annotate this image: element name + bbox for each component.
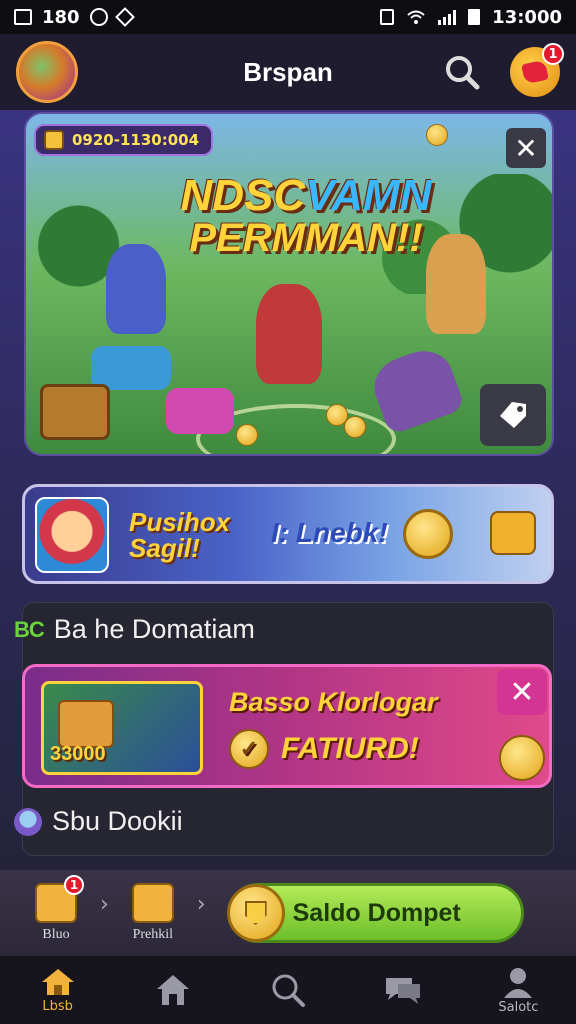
notifications-button[interactable]: 1 [510, 43, 564, 97]
heart-icon [521, 59, 549, 85]
status-left-text: 180 [42, 6, 80, 28]
nav-search[interactable] [230, 956, 345, 1024]
action-badge: 1 [64, 875, 84, 895]
gallery-icon [14, 9, 32, 25]
download-icon [131, 883, 174, 923]
nav-profile[interactable]: Salotc [461, 956, 576, 1024]
profile-icon [504, 967, 533, 998]
event-thumbnail: 33000 [41, 681, 203, 775]
wifi-icon [407, 10, 425, 24]
chest-icon [490, 511, 536, 555]
character-pirate [256, 284, 322, 384]
calendar-icon [44, 130, 64, 150]
search-icon [446, 56, 480, 90]
chevron-right-icon: › [100, 891, 109, 917]
event-date: 0920-1130:004 [72, 131, 200, 149]
status-bar: 180 13:000 [0, 0, 576, 34]
hero-title-part2: VAMN [305, 171, 432, 220]
promo-text-primary: Pusihox Sagil! [129, 507, 231, 563]
event-subtitle: FATIURD! [281, 732, 419, 765]
notification-badge: 1 [542, 43, 564, 65]
event-price: 33000 [50, 743, 106, 765]
chat-icon [386, 978, 421, 1004]
check-icon: ✓ [229, 729, 269, 769]
search-button[interactable] [442, 52, 482, 92]
action-bar: 1 Bluo › Prehkil › Saldo Dompet [0, 870, 576, 956]
event-subtitle-row: ✓ FATIURD! [229, 729, 419, 769]
app-header: Brspan 1 [0, 34, 576, 110]
gift-icon [58, 700, 114, 748]
list-item-label: Ba he Domatiam [53, 614, 255, 644]
coin-icon [403, 509, 453, 559]
hero-title: NDSCVAMN PERMMAN!! [166, 171, 446, 260]
tag-icon [500, 402, 526, 428]
list-item-label: Sbu Dookii [52, 806, 183, 836]
event-close-button[interactable]: ✕ [497, 669, 547, 715]
action-inbox[interactable]: 1 Bluo [20, 875, 92, 943]
wallet-label: Saldo Dompet [292, 898, 461, 927]
close-icon: ✕ [509, 674, 535, 710]
promo-banner[interactable]: Pusihox Sagil! I: Lnebk! [22, 484, 554, 584]
coin-icon [499, 735, 545, 781]
shield-icon [114, 7, 135, 27]
hero-close-button[interactable]: ✕ [506, 128, 546, 168]
car-pink [166, 388, 234, 434]
wallet-coin-icon [226, 884, 285, 942]
nav-label: Salotc [498, 999, 539, 1015]
event-banner[interactable]: 33000 Basso Klorlogar ✓ FATIURD! ✕ [22, 664, 552, 788]
list-item[interactable]: BC Ba he Domatiam [14, 614, 255, 645]
list-item[interactable]: Sbu Dookii [14, 806, 183, 837]
close-icon: ✕ [514, 131, 538, 165]
nav-label: Lbsb [42, 998, 73, 1014]
vibrate-icon [380, 9, 395, 25]
coin [426, 124, 448, 146]
coin [344, 416, 366, 438]
home-icon [41, 968, 74, 995]
chevron-right-icon: › [196, 891, 206, 917]
person-icon [14, 807, 42, 836]
search-icon [272, 974, 305, 1007]
row-icon: BC [14, 616, 45, 642]
hero-title-line2: PERMMAN!! [189, 216, 423, 260]
battery-icon [468, 9, 481, 25]
home-icon [156, 975, 189, 1005]
promo-text-secondary: I: Lnebk! [271, 517, 388, 548]
nav-home-active[interactable]: Lbsb [0, 956, 115, 1024]
action-label: Bluo [42, 927, 70, 942]
bottom-nav: Lbsb Salotc [0, 956, 576, 1024]
nav-home[interactable] [115, 956, 230, 1024]
status-time: 13:000 [492, 6, 562, 28]
action-download[interactable]: Prehkil [117, 883, 189, 943]
share-button[interactable] [480, 384, 546, 446]
treasure-chest [40, 384, 110, 440]
action-label: Prehkil [132, 927, 174, 942]
wallet-button[interactable]: Saldo Dompet [226, 883, 524, 943]
coin [236, 424, 258, 446]
avatar[interactable] [16, 41, 78, 103]
event-date-pill: 0920-1130:004 [34, 124, 214, 156]
signal-icon [438, 9, 457, 25]
sync-icon [89, 8, 108, 26]
character-robot [106, 244, 166, 334]
promo-character [35, 497, 109, 573]
hero-title-part1: NDSC [180, 171, 306, 220]
nav-chat[interactable] [346, 956, 461, 1024]
hero-banner[interactable]: 0920-1130:004 ✕ NDSCVAMN PERMMAN!! [24, 112, 554, 456]
event-title: Basso Klorlogar [229, 687, 438, 717]
